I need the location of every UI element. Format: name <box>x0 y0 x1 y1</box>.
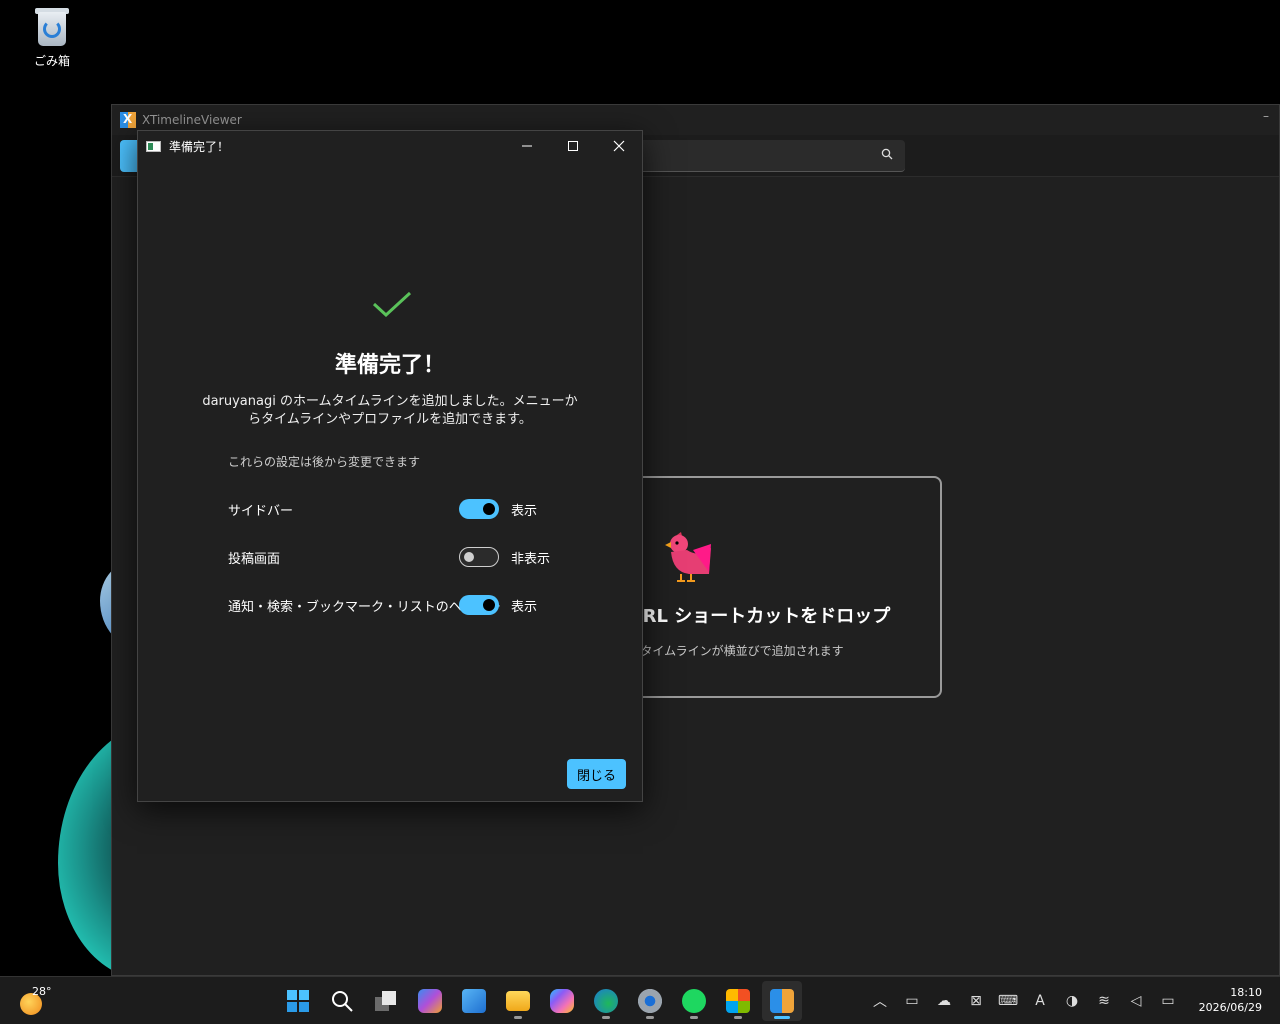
recycle-bin-icon <box>34 6 70 46</box>
close-button[interactable]: 閉じる <box>567 759 626 789</box>
start-icon <box>287 990 309 1012</box>
dialog-app-icon <box>146 140 161 152</box>
copilot-app[interactable] <box>542 981 582 1021</box>
task-view-icon <box>375 991 396 1011</box>
sidebar-toggle[interactable] <box>459 499 499 519</box>
dialog-heading: 準備完了！ <box>334 353 445 378</box>
clock-date: 2026/06/29 <box>1198 1001 1262 1014</box>
search-icon[interactable] <box>881 148 893 160</box>
setting-label: 投稿画面 <box>228 552 281 567</box>
copilot-icon <box>550 989 574 1013</box>
settings-note: これらの設定は後から変更できます <box>228 455 421 469</box>
recycle-bin-label: ごみ箱 <box>33 54 70 68</box>
edge-app[interactable] <box>586 981 626 1021</box>
m365-icon <box>418 989 442 1013</box>
app-logo-icon <box>120 112 136 128</box>
settings-icon <box>638 989 662 1013</box>
xtimelineviewer-app[interactable] <box>762 981 802 1021</box>
spotify-app[interactable] <box>674 981 714 1021</box>
m365-app[interactable] <box>410 981 450 1021</box>
app-title: XTimelineViewer <box>142 113 242 127</box>
header-toggle[interactable] <box>459 595 499 615</box>
weather-widget[interactable]: 28° <box>20 985 60 1015</box>
edge-icon <box>594 989 618 1013</box>
camera-icon[interactable]: ⊠ <box>964 989 988 1013</box>
minimize-button[interactable] <box>504 131 550 161</box>
settings-app[interactable] <box>630 981 670 1021</box>
focus-icon[interactable]: ◑ <box>1060 989 1084 1013</box>
store-app[interactable] <box>718 981 758 1021</box>
store-icon <box>726 989 750 1013</box>
toggle-state: 表示 <box>511 504 538 519</box>
minimize-icon <box>522 145 532 147</box>
close-icon <box>613 140 625 152</box>
maximize-button[interactable] <box>550 131 596 161</box>
toggle-state: 非表示 <box>511 552 551 567</box>
recycle-bin-shortcut[interactable]: ごみ箱 <box>22 6 82 69</box>
chevron-up-icon[interactable]: ︿ <box>868 989 892 1013</box>
start-button[interactable] <box>278 981 318 1021</box>
dialog-message: daruyanagi のホームタイムラインを追加しました。メニューからタイムライ… <box>202 394 578 427</box>
spotify-icon <box>682 989 706 1013</box>
minimize-icon[interactable]: – <box>1263 109 1279 123</box>
search-button[interactable] <box>322 981 362 1021</box>
setting-row-header: 通知・検索・ブックマーク・リストのヘッダー 表示 <box>228 593 588 617</box>
paint-preview-icon <box>462 989 486 1013</box>
clock-time: 18:10 <box>1230 986 1262 999</box>
wifi-icon[interactable]: ≋ <box>1092 989 1116 1013</box>
setting-row-post-screen: 投稿画面 非表示 <box>228 545 588 569</box>
dialog-titlebar[interactable]: 準備完了！ <box>138 131 642 161</box>
paint-preview-app[interactable] <box>454 981 494 1021</box>
setting-row-sidebar: サイドバー 表示 <box>228 497 588 521</box>
toggle-state: 表示 <box>511 600 538 615</box>
onedrive-icon[interactable]: ☁ <box>932 989 956 1013</box>
ime-indicator[interactable]: A <box>1028 989 1052 1013</box>
task-view-button[interactable] <box>366 981 406 1021</box>
system-tray: ︿ ▭ ☁ ⊠ ⌨ A ◑ ≋ ◁ ▭ <box>868 989 1180 1013</box>
post-screen-toggle[interactable] <box>459 547 499 567</box>
taskbar: 28° ︿ ▭ ☁ ⊠ ⌨ A ◑ ≋ ◁ ▭ 18:10 2026/06/29 <box>0 976 1280 1024</box>
file-explorer-app[interactable] <box>498 981 538 1021</box>
bird-icon <box>665 532 711 582</box>
checkmark-icon <box>372 291 412 317</box>
ready-dialog: 準備完了！ 準備完了！ daruyanagi のホームタイムラインを追加しました… <box>137 130 643 802</box>
dialog-title: 準備完了！ <box>169 139 230 154</box>
file-explorer-icon <box>506 991 530 1011</box>
display-icon[interactable]: ▭ <box>900 989 924 1013</box>
battery-icon[interactable]: ▭ <box>1156 989 1180 1013</box>
close-window-button[interactable] <box>596 131 642 161</box>
taskbar-apps <box>278 981 802 1021</box>
setting-label: サイドバー <box>228 504 294 519</box>
weather-temp: 28° <box>32 985 52 998</box>
maximize-icon <box>568 141 578 151</box>
xtimelineviewer-icon <box>770 989 794 1013</box>
clock[interactable]: 18:10 2026/06/29 <box>1199 985 1262 1015</box>
search-icon <box>332 991 353 1012</box>
volume-icon[interactable]: ◁ <box>1124 989 1148 1013</box>
keyboard-icon[interactable]: ⌨ <box>996 989 1020 1013</box>
